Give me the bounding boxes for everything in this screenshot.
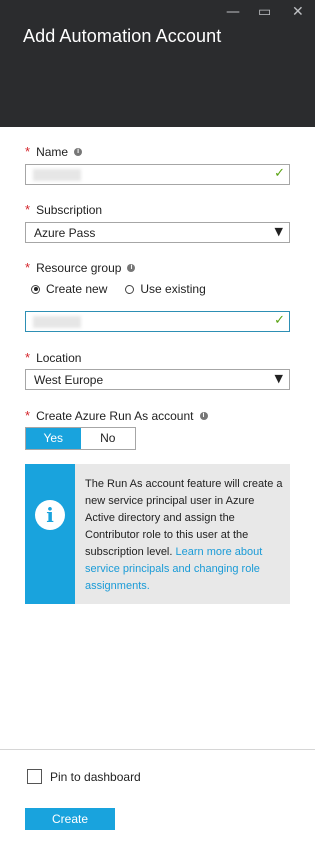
close-icon[interactable]: ✕ (292, 4, 304, 20)
resource-group-label: * Resource group i (25, 260, 136, 275)
resource-group-options: Create new Use existing (31, 282, 206, 296)
redacted-value (33, 316, 81, 328)
resource-group-field[interactable]: ✓ (25, 311, 290, 332)
required-marker: * (25, 350, 31, 365)
valid-check-icon: ✓ (274, 166, 285, 181)
blade-title: Add Automation Account (23, 26, 222, 46)
info-sidebar: i (25, 464, 75, 604)
run-as-info-box: i The Run As account feature will create… (25, 464, 290, 604)
info-icon[interactable]: i (199, 411, 208, 420)
location-select[interactable]: West Europe ▼ (25, 369, 290, 390)
pin-to-dashboard[interactable]: Pin to dashboard (27, 769, 141, 784)
pin-label[interactable]: Pin to dashboard (50, 770, 141, 784)
maximize-icon[interactable]: ▭ (258, 4, 271, 20)
radio-create-new[interactable] (31, 284, 40, 294)
run-as-label: * Create Azure Run As account i (25, 408, 208, 423)
subscription-label: * Subscription (25, 202, 103, 217)
run-as-no-button[interactable]: No (81, 428, 136, 449)
name-label: * Name i (25, 144, 83, 159)
required-marker: * (25, 202, 31, 217)
footer-divider (0, 749, 315, 750)
info-icon: i (35, 500, 65, 530)
radio-use-existing[interactable] (125, 284, 135, 294)
name-field[interactable]: ✓ (25, 164, 290, 185)
valid-check-icon: ✓ (274, 313, 285, 328)
run-as-yes-button[interactable]: Yes (26, 428, 81, 449)
location-value: West Europe (34, 373, 104, 387)
subscription-select[interactable]: Azure Pass ▼ (25, 222, 290, 243)
pin-checkbox[interactable] (27, 769, 42, 784)
minimize-icon[interactable]: — (226, 4, 240, 20)
redacted-value (33, 169, 81, 181)
chevron-down-icon: ▼ (274, 372, 283, 385)
radio-create-new-label[interactable]: Create new (46, 282, 107, 296)
required-marker: * (25, 260, 31, 275)
blade-header: — ▭ ✕ Add Automation Account (0, 0, 315, 127)
info-icon[interactable]: i (74, 147, 83, 156)
location-label: * Location (25, 350, 82, 365)
info-text: The Run As account feature will create a… (85, 478, 283, 592)
info-icon[interactable]: i (127, 263, 136, 272)
create-button[interactable]: Create (25, 808, 115, 830)
required-marker: * (25, 144, 31, 159)
run-as-toggle: Yes No (25, 427, 136, 450)
required-marker: * (25, 408, 31, 423)
radio-use-existing-label[interactable]: Use existing (140, 282, 205, 296)
subscription-value: Azure Pass (34, 226, 96, 240)
chevron-down-icon: ▼ (274, 225, 283, 238)
